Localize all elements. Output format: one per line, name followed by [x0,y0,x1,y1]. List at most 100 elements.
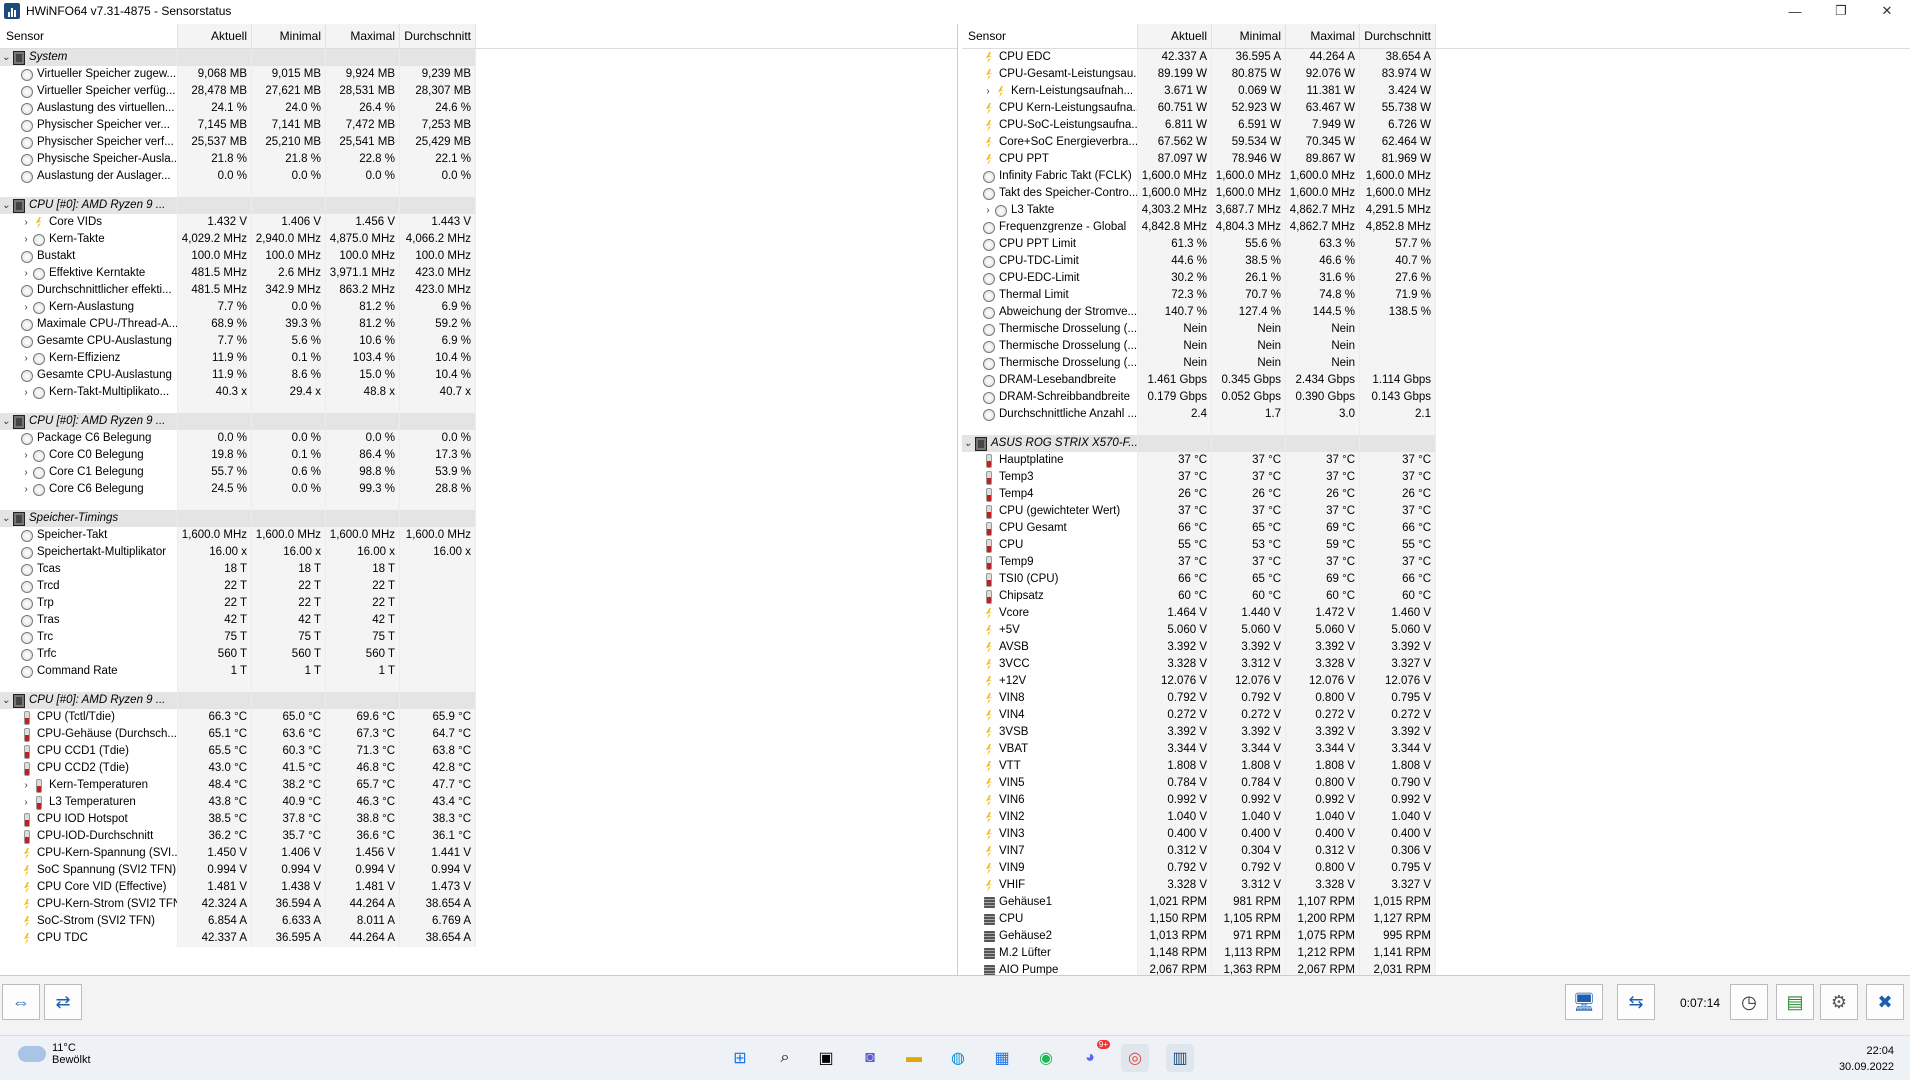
sensor-group-row[interactable]: ⌄ Speicher-Timings [0,510,957,527]
sensor-row[interactable]: Speicher-Takt 1,600.0 MHz 1,600.0 MHz 1,600… [0,527,957,544]
sensor-row[interactable]: CPU-Kern-Strom (SVI2 TFN) 42.324 A 36.594 … [0,896,957,913]
sensor-row[interactable]: Auslastung des virtuellen... 24.1 % 24.0 %… [0,100,957,117]
sensor-row[interactable]: › Core C1 Belegung 55.7 % 0.6 % 98.8 % 53.9 % [0,464,957,481]
store-icon[interactable]: ▦ [988,1044,1016,1072]
collapse-chevron-icon[interactable]: ⌄ [962,435,974,452]
sensor-row[interactable]: › Kern-Leistungsaufnah... 3.671 W 0.069 W 11… [962,83,1910,100]
sensor-row[interactable]: VHIF 3.328 V 3.312 V 3.328 V 3.327 V [962,877,1910,894]
network-monitor-button[interactable]: 🖥 [1565,984,1603,1020]
sensor-row[interactable]: CPU 1,150 RPM 1,105 RPM 1,200 RPM 1,127 RPM [962,911,1910,928]
sensor-row[interactable]: +5V 5.060 V 5.060 V 5.060 V 5.060 V [962,622,1910,639]
start-windows-icon[interactable]: ⊞ [726,1044,754,1072]
sensor-row[interactable]: 3VCC 3.328 V 3.312 V 3.328 V 3.327 V [962,656,1910,673]
sensor-row[interactable]: Hauptplatine 37 °C 37 °C 37 °C 37 °C [962,452,1910,469]
col-sensor[interactable]: Sensor [962,24,1138,48]
sensor-row[interactable]: Thermische Drosselung (... Nein Nein Nein [962,321,1910,338]
sensor-row[interactable]: Frequenzgrenze - Global 4,842.8 MHz 4,804.… [962,219,1910,236]
sensor-group-row[interactable]: ⌄ CPU [#0]: AMD Ryzen 9 ... [0,413,957,430]
sensor-row[interactable]: Temp3 37 °C 37 °C 37 °C 37 °C [962,469,1910,486]
sensor-row[interactable]: CPU-Gesamt-Leistungsau... 89.199 W 80.875 … [962,66,1910,83]
sensor-row[interactable]: CPU-Gehäuse (Durchsch... 65.1 °C 63.6 °C 67… [0,726,957,743]
sensor-row[interactable]: CPU-TDC-Limit 44.6 % 38.5 % 46.6 % 40.7 % [962,253,1910,270]
col-current[interactable]: Aktuell [1138,24,1212,48]
sensor-row[interactable]: DRAM-Lesebandbreite 1.461 Gbps 0.345 Gbps 2… [962,372,1910,389]
sensor-row[interactable]: Maximale CPU-/Thread-A... 68.9 % 39.3 % 81.… [0,316,957,333]
sensor-row[interactable]: CPU IOD Hotspot 38.5 °C 37.8 °C 38.8 °C 38.3… [0,811,957,828]
sensor-table-right[interactable]: Sensor Aktuell Minimal Maximal Durchschn… [962,24,1910,975]
sensor-row[interactable]: Auslastung der Auslager... 0.0 % 0.0 % 0.0 … [0,168,957,185]
sensor-row[interactable]: VIN5 0.784 V 0.784 V 0.800 V 0.790 V [962,775,1910,792]
expand-arrows-button[interactable]: ⇄ [44,984,82,1020]
expand-chevron-icon[interactable]: › [20,214,32,231]
file-explorer-icon[interactable]: ▬ [900,1044,928,1072]
expand-chevron-icon[interactable]: › [20,464,32,481]
col-sensor[interactable]: Sensor [0,24,178,48]
col-min[interactable]: Minimal [252,24,326,48]
sensor-row[interactable]: Virtueller Speicher zugew... 9,068 MB 9,01… [0,66,957,83]
expand-chevron-icon[interactable]: › [982,202,994,219]
sensor-row[interactable]: › L3 Takte 4,303.2 MHz 3,687.7 MHz 4,862.7 M… [962,202,1910,219]
sensor-row[interactable]: Abweichung der Stromve... 140.7 % 127.4 % 1… [962,304,1910,321]
sensor-row[interactable]: Thermal Limit 72.3 % 70.7 % 74.8 % 71.9 % [962,287,1910,304]
sensor-row[interactable]: Trcd 22 T 22 T 22 T [0,578,957,595]
sensor-row[interactable]: › L3 Temperaturen 43.8 °C 40.9 °C 46.3 °C 43.… [0,794,957,811]
sensor-row[interactable]: CPU-Kern-Spannung (SVI... 1.450 V 1.406 V1… [0,845,957,862]
sensor-row[interactable]: CPU (gewichteter Wert) 37 °C 37 °C 37 °C 37 … [962,503,1910,520]
collapse-chevron-icon[interactable]: ⌄ [0,49,12,66]
sensor-row[interactable]: Trc 75 T 75 T 75 T [0,629,957,646]
sensor-row[interactable]: TSI0 (CPU) 66 °C 65 °C 69 °C 66 °C [962,571,1910,588]
sensor-row[interactable]: Physischer Speicher verf... 25,537 MB 25,2… [0,134,957,151]
sensor-row[interactable]: Physische Speicher-Ausla... 21.8 % 21.8 % 2… [0,151,957,168]
sensor-row[interactable]: Core+SoC Energieverbra... 67.562 W 59.534 … [962,134,1910,151]
spotify-icon[interactable]: ◉ [1032,1044,1060,1072]
sensor-row[interactable]: Infinity Fabric Takt (FCLK) 1,600.0 MHz 1,… [962,168,1910,185]
report-button[interactable]: ⇆ [1617,984,1655,1020]
sensor-row[interactable]: CPU-EDC-Limit 30.2 % 26.1 % 31.6 % 27.6 % [962,270,1910,287]
expand-chevron-icon[interactable]: › [20,481,32,498]
sensor-row[interactable]: › Kern-Temperaturen 48.4 °C 38.2 °C 65.7 °C 4… [0,777,957,794]
sensor-row[interactable]: Tcas 18 T 18 T 18 T [0,561,957,578]
sensor-row[interactable]: CPU Core VID (Effective) 1.481 V 1.438 V 1.… [0,879,957,896]
col-min[interactable]: Minimal [1212,24,1286,48]
sensor-row[interactable]: VBAT 3.344 V 3.344 V 3.344 V 3.344 V [962,741,1910,758]
chrome-icon[interactable]: ◎ [1121,1044,1149,1072]
sensor-row[interactable]: VIN7 0.312 V 0.304 V 0.312 V 0.306 V [962,843,1910,860]
sensor-group-row[interactable]: ⌄ ASUS ROG STRIX X570-F... [962,435,1910,452]
sensor-row[interactable]: CPU-SoC-Leistungsaufna... 6.811 W 6.591 W7… [962,117,1910,134]
sensor-row[interactable]: SoC-Strom (SVI2 TFN) 6.854 A 6.633 A 8.011 … [0,913,957,930]
sensor-row[interactable]: Trp 22 T 22 T 22 T [0,595,957,612]
expand-chevron-icon[interactable]: › [982,83,994,100]
edge-browser-icon[interactable]: ◍ [944,1044,972,1072]
sensor-row[interactable]: Tras 42 T 42 T 42 T [0,612,957,629]
clock-icon[interactable]: ◷ [1730,984,1768,1020]
sensor-row[interactable]: Bustakt 100.0 MHz 100.0 MHz 100.0 MHz 100.0 … [0,248,957,265]
sensor-row[interactable]: › Effektive Kerntakte 481.5 MHz 2.6 MHz 3,97… [0,265,957,282]
sensor-row[interactable]: AIO Pumpe 2,067 RPM 1,363 RPM 2,067 RPM 2,03… [962,962,1910,975]
expand-chevron-icon[interactable]: › [20,794,32,811]
sensor-row[interactable]: CPU PPT Limit 61.3 % 55.6 % 63.3 % 57.7 % [962,236,1910,253]
weather-widget[interactable]: 11°C Bewölkt [18,1042,91,1066]
sensor-row[interactable]: Speichertakt-Multiplikator 16.00 x 16.00 x… [0,544,957,561]
sensor-row[interactable]: › Core VIDs 1.432 V 1.406 V 1.456 V 1.443 V [0,214,957,231]
minimize-button[interactable]: — [1772,0,1818,22]
sensor-row[interactable]: Temp9 37 °C 37 °C 37 °C 37 °C [962,554,1910,571]
sensor-row[interactable]: CPU-IOD-Durchschnitt 36.2 °C 35.7 °C 36.6 °… [0,828,957,845]
sensor-row[interactable]: Durchschnittlicher effekti... 481.5 MHz 34… [0,282,957,299]
sensor-row[interactable]: Gesamte CPU-Auslastung 7.7 % 5.6 % 10.6 % 6.… [0,333,957,350]
sensor-group-row[interactable]: ⌄ CPU [#0]: AMD Ryzen 9 ... [0,197,957,214]
sensor-row[interactable]: +12V 12.076 V 12.076 V 12.076 V 12.076 V [962,673,1910,690]
teams-chat-icon[interactable]: ◙ [856,1044,884,1072]
sensor-row[interactable]: › Kern-Takte 4,029.2 MHz 2,940.0 MHz 4,875.0… [0,231,957,248]
sensor-row[interactable]: VIN3 0.400 V 0.400 V 0.400 V 0.400 V [962,826,1910,843]
sensor-row[interactable]: VIN9 0.792 V 0.792 V 0.800 V 0.795 V [962,860,1910,877]
sensor-row[interactable]: Vcore 1.464 V 1.440 V 1.472 V 1.460 V [962,605,1910,622]
sensor-row[interactable]: Chipsatz 60 °C 60 °C 60 °C 60 °C [962,588,1910,605]
collapse-arrows-button[interactable]: ⇔ [2,984,40,1020]
sensor-row[interactable]: Virtueller Speicher verfüg... 28,478 MB 27… [0,83,957,100]
add-log-button[interactable]: ▤ [1776,984,1814,1020]
expand-chevron-icon[interactable]: › [20,777,32,794]
sensor-row[interactable]: DRAM-Schreibbandbreite 0.179 Gbps 0.052 Gb… [962,389,1910,406]
expand-chevron-icon[interactable]: › [20,384,32,401]
sensor-row[interactable]: Gesamte CPU-Auslastung 11.9 % 8.6 % 15.0 % 1… [0,367,957,384]
sensor-row[interactable]: M.2 Lüfter 1,148 RPM 1,113 RPM 1,212 RPM 1,1… [962,945,1910,962]
